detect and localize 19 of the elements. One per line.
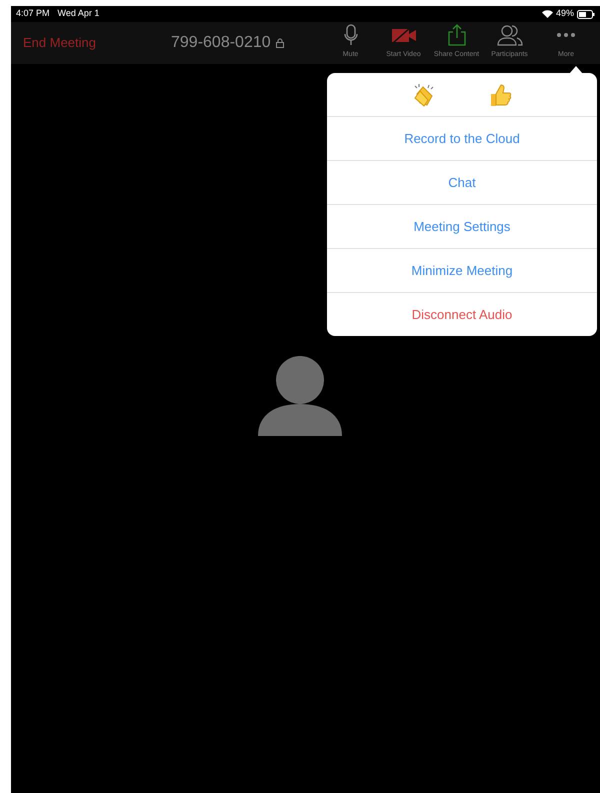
video-off-icon: [390, 26, 416, 44]
microphone-icon: [344, 24, 358, 46]
menu-item[interactable]: Record to the Cloud: [327, 116, 597, 160]
more-icon: [556, 32, 576, 38]
status-date: Wed Apr 1: [58, 7, 100, 20]
meeting-id: 799-608-0210: [171, 33, 271, 53]
wifi-icon: [542, 10, 553, 18]
menu-item[interactable]: Meeting Settings: [327, 204, 597, 248]
battery-icon: [577, 10, 595, 18]
battery-percent: 49%: [556, 7, 574, 20]
lock-icon: [276, 38, 284, 48]
menu-item[interactable]: Minimize Meeting: [327, 248, 597, 292]
menu-item[interactable]: Disconnect Audio: [327, 292, 597, 336]
avatar-icon: [258, 356, 342, 436]
status-time: 4:07 PM: [16, 7, 50, 20]
participants-icon: [496, 24, 522, 46]
share-icon: [446, 24, 466, 46]
end-meeting-button[interactable]: End Meeting: [23, 33, 171, 53]
menu-item[interactable]: Chat: [327, 160, 597, 204]
